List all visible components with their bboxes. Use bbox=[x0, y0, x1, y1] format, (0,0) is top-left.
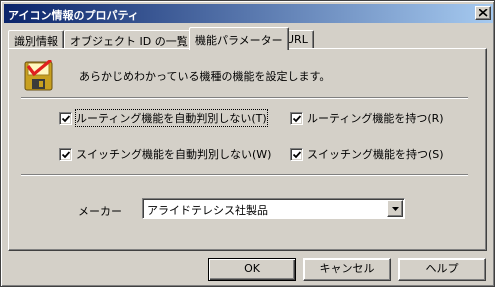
auto-detect-switching-checkbox[interactable]: スイッチング機能を自動判別しない(W) bbox=[59, 146, 271, 162]
has-switching-checkbox[interactable]: スイッチング機能を持つ(S) bbox=[290, 146, 444, 162]
checkbox-label: スイッチング機能を持つ(S) bbox=[307, 148, 444, 161]
title-bar[interactable]: アイコン情報のプロパティ bbox=[4, 4, 493, 23]
checklist-floppy-icon bbox=[24, 58, 54, 92]
window-title: アイコン情報のプロパティ bbox=[8, 9, 139, 22]
tab-label: 識別情報 bbox=[14, 35, 58, 48]
check-icon bbox=[62, 114, 70, 122]
close-button[interactable] bbox=[475, 6, 491, 20]
checkbox-label: ルーティング機能を自動判別しない(T) bbox=[75, 109, 268, 127]
tab-label: オブジェクト ID の一覧 bbox=[70, 35, 188, 48]
separator-bottom bbox=[21, 174, 468, 176]
close-icon bbox=[479, 9, 488, 17]
checkbox-label: ルーティング機能を持つ(R) bbox=[307, 112, 444, 125]
checkbox-box[interactable] bbox=[59, 147, 72, 161]
description-text: あらかじめわかっている機種の機能を設定します。 bbox=[79, 70, 331, 83]
maker-select[interactable]: アライドテレシス社製品 bbox=[142, 198, 405, 219]
maker-select-value: アライドテレシス社製品 bbox=[147, 204, 268, 217]
separator-top bbox=[21, 97, 468, 99]
auto-detect-routing-checkbox[interactable]: ルーティング機能を自動判別しない(T) bbox=[59, 109, 268, 127]
check-icon bbox=[293, 150, 301, 158]
chevron-down-icon bbox=[392, 207, 399, 211]
properties-dialog: アイコン情報のプロパティ 識別情報 オブジェクト ID の一覧 機能パラメーター… bbox=[0, 0, 495, 287]
checkbox-box[interactable] bbox=[290, 147, 303, 161]
ok-button[interactable]: OK bbox=[208, 258, 296, 281]
check-icon bbox=[62, 150, 70, 158]
check-icon bbox=[293, 114, 301, 122]
checkbox-box[interactable] bbox=[59, 111, 72, 125]
tab-label: 機能パラメーター bbox=[195, 34, 283, 47]
maker-label: メーカー bbox=[78, 205, 122, 218]
tab-label: URL bbox=[286, 33, 308, 46]
checkbox-label: スイッチング機能を自動判別しない(W) bbox=[76, 148, 272, 161]
tab-function-parameters[interactable]: 機能パラメーター bbox=[189, 27, 289, 50]
checkbox-box[interactable] bbox=[290, 111, 303, 125]
has-routing-checkbox[interactable]: ルーティング機能を持つ(R) bbox=[290, 110, 444, 126]
cancel-button[interactable]: キャンセル bbox=[303, 258, 391, 281]
tab-object-id-list[interactable]: オブジェクト ID の一覧 bbox=[64, 30, 194, 49]
tab-identification[interactable]: 識別情報 bbox=[8, 30, 64, 49]
maker-select-dropdown-button[interactable] bbox=[387, 200, 403, 217]
help-button[interactable]: ヘルプ bbox=[398, 258, 486, 281]
